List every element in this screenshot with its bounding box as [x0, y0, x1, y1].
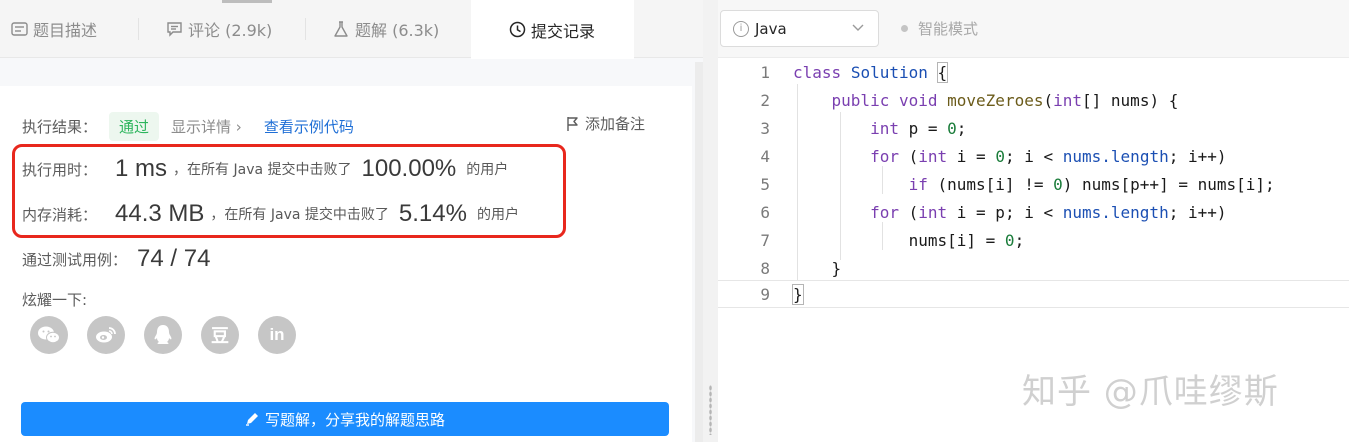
submission-panel: 题目描述 评论 (2.9k) 题解 (6.3k) 提交记录 执行结果： 通过 显…	[0, 0, 706, 442]
smart-mode-label: 智能模式	[918, 20, 979, 38]
code-text: if (nums[i] != 0) nums[p++] = nums[i];	[908, 174, 1275, 194]
tab-separator	[305, 18, 306, 40]
code-text: for (int i = 0; i < nums.length; i++)	[870, 146, 1227, 166]
editor-toolbar: i Java 智能模式	[718, 0, 1349, 58]
line-number: 5	[760, 174, 770, 194]
tab-separator	[138, 18, 139, 40]
tests-row: 通过测试用例： 74 / 74	[22, 245, 216, 273]
tab-submissions[interactable]: 提交记录	[471, 0, 634, 59]
tab-comments[interactable]: 评论 (2.9k)	[165, 0, 272, 58]
line-number: 8	[760, 258, 770, 278]
resize-grip-icon[interactable]	[709, 385, 712, 435]
share-weibo-button[interactable]	[87, 316, 125, 354]
line-number: 4	[760, 146, 770, 166]
tab-label: 评论 (2.9k)	[188, 21, 273, 40]
tab-solutions[interactable]: 题解 (6.3k)	[332, 0, 439, 58]
line-number: 6	[760, 202, 770, 222]
line-number: 2	[760, 90, 770, 110]
code-text: }	[792, 283, 804, 305]
result-label: 执行结果：	[22, 118, 98, 136]
share-row-label: 炫耀一下:	[22, 289, 87, 310]
tab-description[interactable]: 题目描述	[10, 0, 97, 58]
code-line: 2 public void moveZeroes(int[] nums) {	[718, 86, 1349, 114]
code-text: for (int i = p; i < nums.length; i++)	[870, 202, 1227, 222]
share-douban-button[interactable]: 豆	[201, 316, 239, 354]
tests-value: 74 / 74	[137, 245, 211, 272]
code-line: 6 for (int i = p; i < nums.length; i++)	[718, 198, 1349, 226]
wechat-icon	[37, 325, 61, 345]
code-line: 4 for (int i = 0; i < nums.length; i++)	[718, 142, 1349, 170]
code-line: 5 if (nums[i] != 0) nums[p++] = nums[i];	[718, 170, 1349, 198]
watermark: 知乎 @爪哇缪斯	[1022, 372, 1279, 412]
flag-icon	[566, 116, 579, 132]
language-select[interactable]: i Java	[720, 10, 879, 47]
code-line-current: 9 }	[718, 280, 1349, 308]
write-solution-button[interactable]: 写题解，分享我的解题思路	[21, 402, 669, 436]
add-note-label: 添加备注	[585, 115, 646, 133]
view-example-code-link[interactable]: 查看示例代码	[264, 116, 354, 137]
clock-icon	[508, 21, 526, 39]
douban-icon: 豆	[211, 326, 229, 347]
code-text: int p = 0;	[870, 118, 967, 138]
line-number: 3	[760, 118, 770, 138]
linkedin-icon: in	[269, 325, 285, 344]
tests-label: 通过测试用例：	[22, 250, 128, 269]
share-linkedin-button[interactable]: in	[258, 316, 296, 354]
pencil-icon	[245, 412, 259, 426]
scrollbar[interactable]	[695, 62, 703, 442]
status-badge: 通过	[109, 112, 160, 141]
tab-label: 题目描述	[33, 21, 98, 40]
write-solution-label: 写题解，分享我的解题思路	[264, 410, 445, 429]
code-line: 1 class Solution {	[718, 58, 1349, 86]
line-number: 1	[760, 62, 770, 82]
comment-icon	[165, 20, 183, 38]
description-icon	[10, 20, 28, 38]
code-text: public void moveZeroes(int[] nums) {	[831, 90, 1179, 110]
add-note-button[interactable]: 添加备注	[566, 113, 645, 134]
tab-bar: 题目描述 评论 (2.9k) 题解 (6.3k) 提交记录	[0, 0, 706, 59]
panel-divider[interactable]	[703, 0, 718, 442]
info-icon: i	[733, 20, 749, 37]
result-row: 执行结果： 通过 显示详情 › 查看示例代码	[22, 112, 354, 141]
code-text: nums[i] = 0;	[908, 230, 1025, 250]
status-dot-icon	[901, 25, 908, 32]
code-text: }	[831, 258, 842, 278]
code-line: 8 }	[718, 254, 1349, 282]
smart-mode-toggle[interactable]: 智能模式	[901, 18, 978, 39]
line-number: 7	[760, 230, 770, 250]
share-qq-button[interactable]	[144, 316, 182, 354]
code-text: class Solution {	[793, 61, 949, 83]
share-wechat-button[interactable]	[30, 316, 68, 354]
highlight-annotation	[12, 144, 566, 238]
tab-label: 题解 (6.3k)	[355, 21, 440, 40]
share-buttons: 豆 in	[30, 316, 315, 354]
language-value: Java	[755, 19, 787, 38]
weibo-icon	[95, 326, 117, 344]
line-number: 9	[760, 284, 770, 304]
chevron-down-icon	[852, 21, 864, 35]
qq-icon	[154, 324, 172, 346]
code-line: 7 nums[i] = 0;	[718, 226, 1349, 254]
show-details-link[interactable]: 显示详情 ›	[171, 116, 242, 137]
tab-label: 提交记录	[531, 21, 596, 41]
code-line: 3 int p = 0;	[718, 114, 1349, 142]
share-label: 炫耀一下:	[22, 291, 88, 309]
flask-icon	[332, 20, 350, 38]
